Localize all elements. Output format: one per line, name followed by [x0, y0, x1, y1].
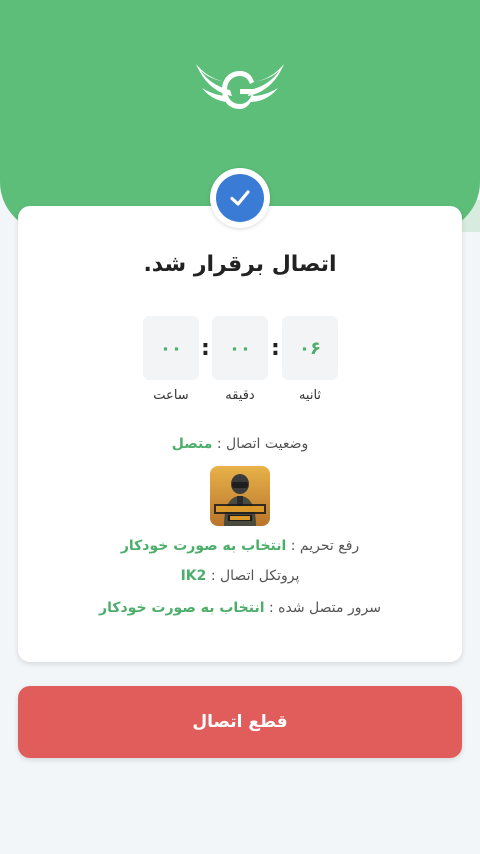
minutes-box: ۰۰ — [212, 316, 268, 380]
connection-status-label: وضعیت اتصال : — [216, 436, 309, 452]
connection-status-value: متصل — [171, 436, 213, 452]
server-value: انتخاب به صورت خودکار — [99, 600, 265, 616]
server-label: سرور متصل شده : — [269, 600, 381, 616]
connection-title: اتصال برقرار شد. — [143, 252, 337, 277]
connection-status-row: وضعیت اتصال : متصل — [18, 436, 462, 452]
disconnect-button[interactable]: قطع اتصال — [18, 686, 462, 758]
check-icon — [216, 174, 264, 222]
winged-g-logo-icon — [196, 64, 284, 109]
protocol-row: پروتکل اتصال : IK2 — [18, 568, 462, 584]
unblock-row: رفع تحریم : انتخاب به صورت خودکار — [18, 538, 462, 554]
timer-separator: : — [201, 336, 210, 361]
seconds-box: ۰۶ — [282, 316, 338, 380]
pubg-mobile-icon — [210, 466, 270, 526]
hours-label: ساعت — [153, 388, 189, 403]
status-badge — [210, 168, 270, 228]
connection-card: اتصال برقرار شد. ۰۶ : ۰۰ : ۰۰ ثانیه دقیق… — [18, 206, 462, 662]
connection-timer: ۰۶ : ۰۰ : ۰۰ ثانیه دقیقه ساعت — [18, 316, 462, 416]
server-row: سرور متصل شده : انتخاب به صورت خودکار — [18, 600, 462, 616]
timer-separator: : — [271, 336, 280, 361]
protocol-label: پروتکل اتصال : — [210, 568, 300, 584]
protocol-value: IK2 — [180, 568, 207, 584]
unblock-value: انتخاب به صورت خودکار — [120, 538, 287, 554]
seconds-label: ثانیه — [298, 388, 322, 403]
hours-box: ۰۰ — [143, 316, 199, 380]
minutes-label: دقیقه — [225, 388, 255, 403]
unblock-label: رفع تحریم : — [290, 538, 360, 554]
